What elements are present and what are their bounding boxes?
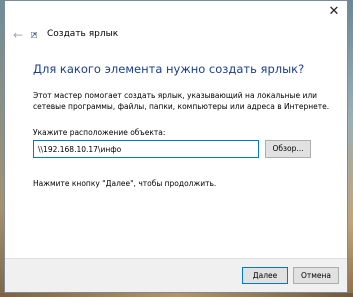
- browse-button[interactable]: Обзор...: [265, 140, 311, 158]
- shortcut-icon: [31, 32, 37, 38]
- title-bar: ✕: [5, 1, 347, 23]
- desktop-wallpaper-bottom: [0, 293, 353, 297]
- page-heading: Для какого элемента нужно создать ярлык?: [33, 62, 305, 76]
- location-input[interactable]: [33, 140, 259, 158]
- next-button[interactable]: Далее: [242, 267, 288, 284]
- wizard-title: Создать ярлык: [47, 29, 119, 39]
- back-arrow-icon[interactable]: ←: [13, 29, 27, 41]
- create-shortcut-dialog: ✕ ← Создать ярлык Для какого элемента ну…: [4, 0, 348, 293]
- continue-hint: Нажмите кнопку "Далее", чтобы продолжить…: [33, 179, 217, 188]
- desktop-wallpaper-right: [348, 0, 353, 297]
- dialog-footer: Далее Отмена: [5, 258, 347, 292]
- location-label: Укажите расположение объекта:: [33, 128, 166, 137]
- wizard-description: Этот мастер помогает создать ярлык, указ…: [33, 91, 330, 111]
- cancel-button[interactable]: Отмена: [293, 267, 339, 284]
- close-icon[interactable]: ✕: [327, 5, 341, 19]
